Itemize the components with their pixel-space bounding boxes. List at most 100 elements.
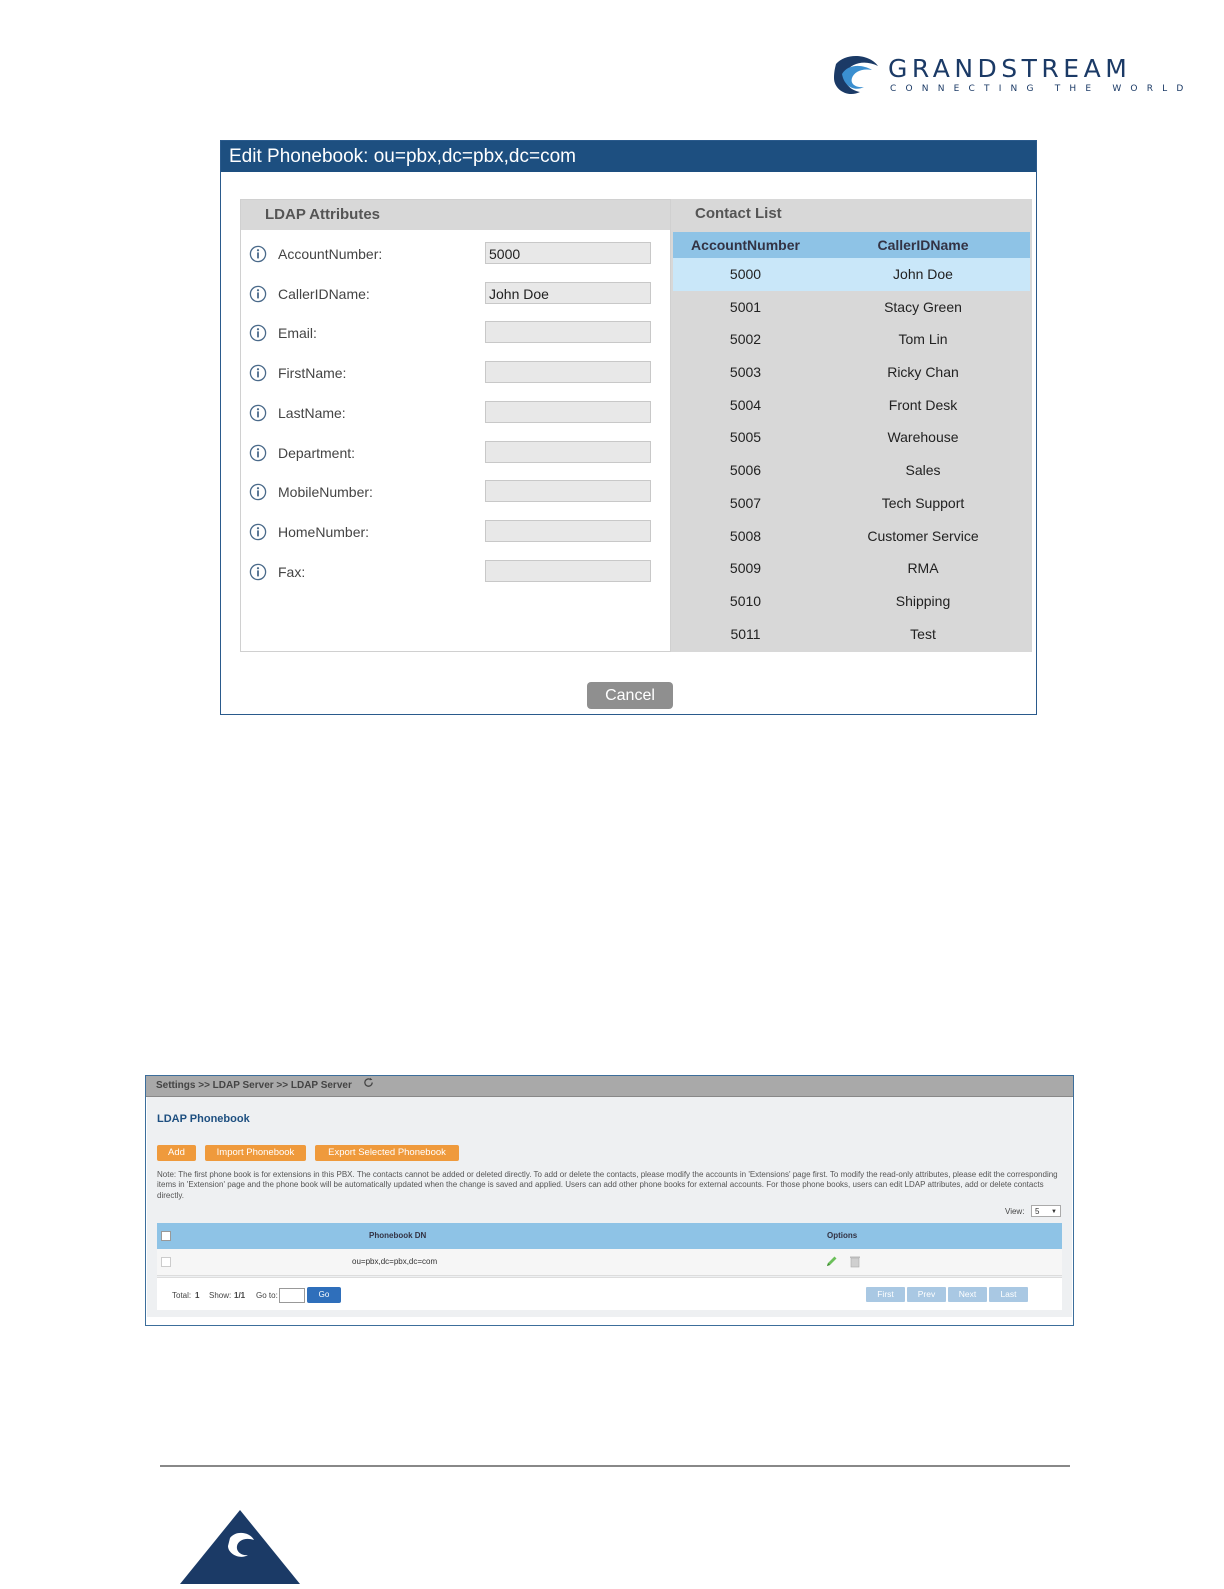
info-icon[interactable]: [249, 245, 267, 268]
ldap-attributes-header: LDAP Attributes: [241, 200, 670, 230]
add-button[interactable]: Add: [157, 1145, 196, 1161]
attribute-label: AccountNumber:: [278, 246, 383, 262]
attribute-row: LastName:: [241, 400, 670, 427]
attribute-input[interactable]: [485, 480, 651, 503]
contact-name: Tech Support: [881, 494, 965, 511]
page-title: LDAP Phonebook: [157, 1113, 250, 1125]
export-selected-phonebook-button[interactable]: Export Selected Phonebook: [315, 1145, 459, 1161]
info-icon[interactable]: [249, 563, 267, 586]
go-button[interactable]: Go: [307, 1287, 341, 1303]
attribute-row: HomeNumber:: [241, 519, 670, 546]
contact-list-header: Contact List: [671, 199, 1032, 229]
contact-name: Tom Lin: [898, 331, 948, 348]
contact-name: Customer Service: [867, 527, 979, 544]
contact-name: Test: [910, 625, 936, 642]
footer-divider: [160, 1465, 1070, 1467]
column-account-number: AccountNumber: [691, 237, 800, 253]
contact-number: 5004: [729, 396, 762, 413]
attribute-label: LastName:: [278, 404, 346, 421]
ldap-phonebook-content: LDAP Phonebook Add Import Phonebook Expo…: [147, 1097, 1072, 1317]
attribute-label: HomeNumber:: [278, 523, 370, 540]
attribute-input[interactable]: 5000: [485, 242, 651, 264]
contact-number: 5001: [729, 298, 762, 315]
contact-row[interactable]: 5003 Ricky Chan: [673, 356, 1030, 389]
select-all-checkbox[interactable]: [161, 1231, 171, 1241]
contact-name: John Doe: [893, 266, 953, 282]
contact-row[interactable]: 5004 Front Desk: [673, 389, 1030, 422]
contact-number: 5003: [729, 364, 762, 381]
contact-row[interactable]: 5008 Customer Service: [673, 520, 1030, 553]
note-text: Note: The first phone book is for extens…: [157, 1170, 1058, 1200]
contact-row[interactable]: 5010 Shipping: [673, 585, 1030, 618]
contact-row[interactable]: 5009 RMA: [673, 552, 1030, 585]
view-select-value: 5: [1035, 1207, 1040, 1216]
info-icon[interactable]: [249, 285, 267, 308]
contact-row[interactable]: 5001 Stacy Green: [673, 291, 1030, 324]
grandstream-swoosh-icon: [834, 55, 878, 95]
column-options: Options: [827, 1231, 858, 1240]
attribute-input[interactable]: [485, 519, 651, 542]
column-phonebook-dn: Phonebook DN: [369, 1231, 427, 1240]
attribute-label: Department:: [278, 444, 356, 461]
refresh-icon[interactable]: [363, 1077, 374, 1091]
contact-list-panel: Contact List AccountNumber CallerIDName …: [671, 199, 1032, 652]
contact-row[interactable]: 5007 Tech Support: [673, 487, 1030, 520]
next-page-button[interactable]: Next: [948, 1287, 987, 1302]
info-icon[interactable]: [249, 324, 267, 347]
contact-number: 5005: [729, 429, 762, 446]
contact-name: Shipping: [895, 592, 951, 609]
info-icon[interactable]: [249, 364, 267, 387]
attribute-input[interactable]: [485, 559, 651, 582]
info-icon[interactable]: [249, 483, 267, 506]
contact-row[interactable]: 5000 John Doe: [673, 258, 1030, 291]
attribute-label: Fax:: [278, 563, 306, 580]
contact-table: AccountNumber CallerIDName 5000 John Doe 5…: [673, 232, 1030, 650]
footer-logo-badge: [180, 1510, 300, 1589]
contact-number: 5009: [729, 560, 762, 577]
view-label: View:: [1005, 1207, 1025, 1216]
info-icon[interactable]: [249, 444, 267, 467]
grandstream-logo: GRANDSTREAM CONNECTING THE WORLD: [832, 52, 1183, 100]
contact-number: 5002: [729, 331, 762, 348]
row-checkbox[interactable]: [161, 1257, 171, 1267]
import-phonebook-button[interactable]: Import Phonebook: [205, 1145, 306, 1161]
total-value: 1: [195, 1291, 200, 1300]
contact-number: 5008: [729, 527, 762, 544]
edit-phonebook-dialog: Edit Phonebook: ou=pbx,dc=pbx,dc=com LDA…: [220, 140, 1037, 715]
last-page-button[interactable]: Last: [989, 1287, 1028, 1302]
contact-row[interactable]: 5006 Sales: [673, 454, 1030, 487]
first-page-button[interactable]: First: [866, 1287, 905, 1302]
attribute-row: CallerIDName: John Doe: [241, 281, 670, 308]
edit-pencil-icon[interactable]: [825, 1255, 838, 1268]
attribute-row: AccountNumber: 5000: [241, 242, 670, 268]
view-select[interactable]: 5 ▼: [1031, 1205, 1061, 1217]
phonebook-table-header: Phonebook DN Options: [157, 1223, 1062, 1249]
attribute-input[interactable]: [485, 321, 651, 344]
column-callerid-name: CallerIDName: [877, 237, 969, 253]
goto-label: Go to:: [256, 1291, 278, 1300]
contact-row[interactable]: 5011 Test: [673, 618, 1030, 651]
breadcrumb-text: Settings >> LDAP Server >> LDAP Server: [156, 1080, 352, 1091]
contact-row[interactable]: 5005 Warehouse: [673, 421, 1030, 454]
attribute-input[interactable]: [485, 361, 651, 384]
attribute-input[interactable]: John Doe: [485, 281, 651, 304]
contact-number: 5000: [729, 266, 762, 282]
breadcrumb: Settings >> LDAP Server >> LDAP Server: [146, 1076, 1073, 1097]
goto-page-input[interactable]: [279, 1288, 305, 1303]
attribute-row: Email:: [241, 321, 670, 347]
dialog-title: Edit Phonebook: ou=pbx,dc=pbx,dc=com: [221, 141, 1036, 172]
contact-name: Front Desk: [888, 396, 958, 413]
logo-name: GRANDSTREAM: [888, 54, 1132, 83]
attribute-input[interactable]: [485, 440, 651, 463]
table-row: ou=pbx,dc=pbx,dc=com: [157, 1249, 1062, 1276]
contact-name: Warehouse: [887, 429, 959, 446]
delete-trash-icon[interactable]: [849, 1255, 861, 1268]
info-icon[interactable]: [249, 404, 267, 427]
contact-name: RMA: [907, 560, 939, 577]
contact-name: Stacy Green: [884, 298, 962, 315]
info-icon[interactable]: [249, 523, 267, 546]
attribute-input[interactable]: [485, 400, 651, 423]
cancel-button[interactable]: Cancel: [587, 682, 673, 709]
contact-row[interactable]: 5002 Tom Lin: [673, 323, 1030, 356]
prev-page-button[interactable]: Prev: [907, 1287, 946, 1302]
